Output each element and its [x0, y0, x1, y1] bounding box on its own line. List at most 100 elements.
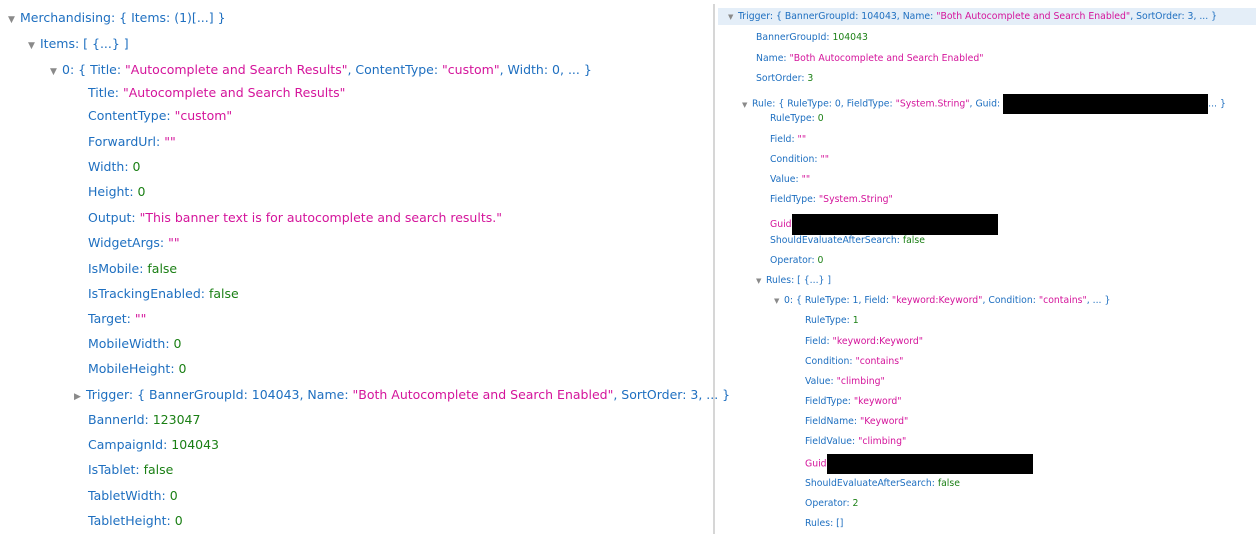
prop-value: false — [143, 462, 174, 477]
prop-bannergroupid: BannerGroupId: 104043 — [756, 32, 868, 44]
prop-key: Width: — [88, 159, 133, 174]
item-0-tail: , Width: 0, ... } — [499, 62, 592, 77]
prop-value: 104043 — [171, 437, 220, 452]
prop-key: FieldType: — [770, 194, 819, 205]
prop-key: TabletHeight: — [88, 513, 175, 528]
prop-value: "climbing" — [836, 376, 885, 387]
redacted-guid — [1003, 94, 1209, 114]
expand-arrow-icon[interactable]: ▼ — [50, 64, 62, 80]
trigger-name-value: "Both Autocomplete and Search Enabled" — [352, 387, 614, 402]
prop-key: TabletWidth: — [88, 488, 170, 503]
prop-key: FieldType: — [805, 396, 854, 407]
prop-key: ForwardUrl: — [88, 134, 165, 149]
prop-value: "" — [797, 134, 807, 145]
prop-key: Target: — [88, 311, 135, 326]
trigger-node[interactable]: ▼ Trigger: { BannerGroupId: 104043, Name:… — [728, 11, 1217, 23]
expand-arrow-icon[interactable]: ▼ — [8, 12, 20, 28]
prop-key: Name: — [756, 53, 790, 64]
prop-contenttype: ContentType: "custom" — [88, 108, 232, 124]
subrule-prefix: 0: { RuleType: 1, Field: — [784, 295, 892, 306]
prop-value: "climbing" — [858, 436, 907, 447]
items-node[interactable]: ▼ Items: [ {...} ] — [28, 36, 129, 54]
prop-value: 2 — [852, 498, 859, 509]
redacted-guid — [826, 454, 1033, 474]
prop-output: Output: "This banner text is for autocom… — [88, 210, 502, 226]
subrule-field-value: "keyword:Keyword" — [891, 295, 983, 306]
prop-value: 0 — [817, 113, 824, 124]
rule-node[interactable]: ▼ Rule: { RuleType: 0, FieldType: "System… — [742, 94, 1226, 114]
sub-prop-field: Field: "keyword:Keyword" — [805, 336, 923, 348]
prop-key: BannerGroupId: — [756, 32, 833, 43]
prop-key: RuleType: — [770, 113, 818, 124]
subrule-tail: , ... } — [1086, 295, 1111, 306]
prop-key: ContentType: — [88, 108, 175, 123]
item-0-prefix: 0: { Title: — [62, 62, 126, 77]
prop-value: "" — [168, 235, 180, 250]
prop-tabletheight: TabletHeight: 0 — [88, 513, 183, 529]
prop-value: "" — [164, 134, 176, 149]
prop-height: Height: 0 — [88, 184, 145, 200]
expand-arrow-icon[interactable]: ▼ — [742, 99, 752, 111]
prop-fieldtype: FieldType: "System.String" — [770, 194, 893, 206]
right-inspector-pane: ▼ Trigger: { BannerGroupId: 104043, Name:… — [718, 0, 1256, 540]
prop-campaignid: CampaignId: 104043 — [88, 437, 219, 453]
prop-key: FieldName: — [805, 416, 860, 427]
prop-value: "System.String" — [818, 194, 893, 205]
rules-node[interactable]: ▼ Rules: [ {...} ] — [756, 275, 831, 287]
prop-value: "Autocomplete and Search Results" — [122, 85, 346, 100]
prop-key: WidgetArgs: — [88, 235, 169, 250]
prop-title: Title: "Autocomplete and Search Results" — [88, 85, 345, 101]
prop-key: Condition: — [770, 154, 821, 165]
sub-prop-fieldvalue: FieldValue: "climbing" — [805, 436, 906, 448]
item-0-node[interactable]: ▼ 0: { Title: "Autocomplete and Search Re… — [50, 62, 592, 80]
pane-divider[interactable] — [713, 4, 715, 534]
prop-value: false — [147, 261, 178, 276]
prop-operator: Operator: 0 — [770, 255, 823, 267]
prop-value: "custom" — [174, 108, 233, 123]
prop-value: 0 — [132, 159, 141, 174]
sub-prop-value: Value: "climbing" — [805, 376, 885, 388]
prop-istablet: IsTablet: false — [88, 462, 173, 478]
prop-key: Condition: — [805, 356, 856, 367]
prop-value: "This banner text is for autocomplete an… — [139, 210, 502, 225]
prop-value: [] — [836, 518, 844, 529]
trigger-tail: , SortOrder: 3, ... } — [1130, 11, 1218, 22]
trigger-prefix: Trigger: { BannerGroupId: 104043, Name: — [86, 387, 353, 402]
prop-bannerid: BannerId: 123047 — [88, 412, 200, 428]
subrule-condition-value: "contains" — [1038, 295, 1087, 306]
prop-value: 1 — [852, 315, 859, 326]
expand-arrow-icon[interactable]: ▼ — [28, 38, 40, 54]
item-0-mid: , ContentType: — [347, 62, 443, 77]
prop-value: 0 — [169, 488, 178, 503]
prop-key: ShouldEvaluateAfterSearch: — [805, 478, 938, 489]
prop-value: "keyword" — [853, 396, 902, 407]
expand-arrow-icon[interactable]: ▼ — [728, 11, 738, 23]
trigger-node-collapsed[interactable]: ▶ Trigger: { BannerGroupId: 104043, Name:… — [74, 387, 730, 405]
prop-value: "Both Autocomplete and Search Enabled" — [789, 53, 984, 64]
prop-key: Field: — [770, 134, 798, 145]
prop-value: 104043 — [832, 32, 868, 43]
collapsed-arrow-icon[interactable]: ▶ — [74, 389, 86, 405]
prop-value: false — [937, 478, 960, 489]
prop-key: FieldValue: — [805, 436, 859, 447]
prop-key: IsTrackingEnabled: — [88, 286, 209, 301]
prop-key: SortOrder: — [756, 73, 808, 84]
prop-value: "" — [801, 174, 811, 185]
prop-key: IsTablet: — [88, 462, 144, 477]
items-summary: Items: [ {...} ] — [40, 36, 129, 51]
trigger-name-value: "Both Autocomplete and Search Enabled" — [936, 11, 1131, 22]
prop-key: Value: — [770, 174, 802, 185]
prop-value: 3 — [807, 73, 814, 84]
rule-fieldtype-value: "System.String" — [895, 98, 970, 110]
sub-prop-shouldevaluateaftersearch: ShouldEvaluateAfterSearch: false — [805, 478, 960, 490]
merchandising-node[interactable]: ▼ Merchandising: { Items: (1)[...] } — [8, 10, 226, 28]
expand-arrow-icon[interactable]: ▼ — [774, 295, 784, 307]
prop-value: "keyword:Keyword" — [832, 336, 924, 347]
prop-value: false — [208, 286, 239, 301]
expand-arrow-icon[interactable]: ▼ — [756, 275, 766, 287]
prop-forwardurl: ForwardUrl: "" — [88, 134, 176, 150]
item-0-contenttype-value: "custom" — [442, 62, 500, 77]
prop-key: Value: — [805, 376, 837, 387]
prop-key: Title: — [88, 85, 123, 100]
subrule-0-node[interactable]: ▼ 0: { RuleType: 1, Field: "keyword:Keywo… — [774, 295, 1110, 307]
